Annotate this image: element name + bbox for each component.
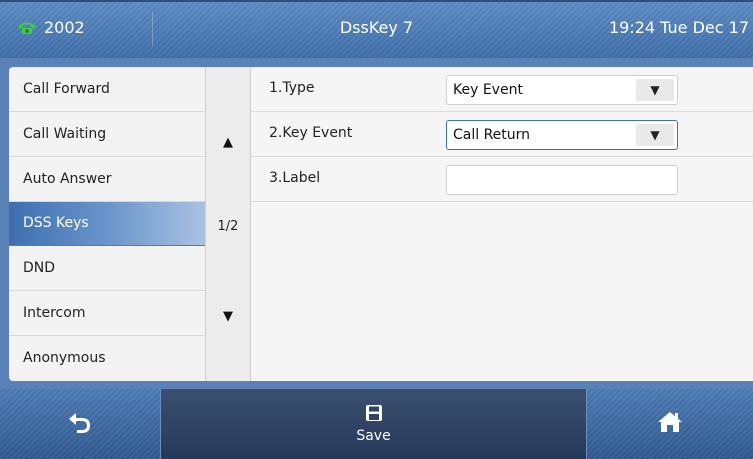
key-event-label: 2.Key Event: [269, 125, 353, 141]
softkey-bar: Save: [0, 389, 753, 459]
menu-item-label: Anonymous: [23, 350, 106, 367]
label-row: 3.Label: [251, 157, 753, 202]
menu-item-label: DSS Keys: [23, 215, 89, 232]
menu-item-dnd[interactable]: DND: [9, 246, 205, 292]
key-event-row: 2.Key Event Call Return ▼: [251, 112, 753, 157]
menu-item-call-forward[interactable]: Call Forward: [9, 67, 205, 112]
menu-item-dss-keys[interactable]: DSS Keys: [9, 201, 205, 247]
dropdown-arrow-icon[interactable]: ▼: [636, 79, 674, 101]
floppy-disk-icon: [365, 404, 383, 426]
menu-item-intercom[interactable]: Intercom: [9, 291, 205, 337]
page-indicator: 1/2: [217, 219, 239, 234]
label-label: 3.Label: [269, 170, 321, 186]
menu-item-anonymous[interactable]: Anonymous: [9, 336, 205, 381]
back-button[interactable]: [0, 389, 160, 459]
menu-item-label: Intercom: [23, 305, 86, 322]
menu-item-call-waiting[interactable]: Call Waiting: [9, 112, 205, 157]
date-time: 19:24 Tue Dec 17: [608, 18, 749, 37]
page-scroller: ▲ 1/2 ▼: [205, 67, 251, 381]
home-icon: [657, 410, 683, 438]
type-row: 1.Type Key Event ▼: [251, 67, 753, 112]
label-input[interactable]: [446, 165, 678, 195]
key-event-value: Call Return: [453, 127, 531, 143]
status-bar: 2002 DssKey 7 19:24 Tue Dec 17: [0, 0, 753, 58]
type-label: 1.Type: [269, 80, 315, 96]
save-label: Save: [356, 428, 391, 444]
top-border-line: [0, 0, 753, 2]
save-button[interactable]: Save: [160, 389, 587, 459]
back-arrow-icon: [67, 410, 93, 438]
dsskey-form: 1.Type Key Event ▼ 2.Key Event Call Retu…: [251, 67, 753, 381]
page-down-button[interactable]: ▼: [206, 309, 250, 324]
menu-item-label: Call Waiting: [23, 125, 107, 142]
key-event-select[interactable]: Call Return ▼: [446, 120, 678, 150]
menu-item-label: Call Forward: [23, 80, 110, 97]
settings-menu: Call Forward Call Waiting Auto Answer DS…: [9, 67, 205, 381]
menu-item-auto-answer[interactable]: Auto Answer: [9, 157, 205, 202]
type-value: Key Event: [453, 82, 523, 98]
type-select[interactable]: Key Event ▼: [446, 75, 678, 105]
home-button[interactable]: [587, 389, 753, 459]
page-up-button[interactable]: ▲: [206, 135, 250, 150]
menu-item-label: DND: [23, 260, 56, 277]
dropdown-arrow-icon[interactable]: ▼: [636, 124, 674, 146]
menu-item-label: Auto Answer: [23, 170, 112, 187]
